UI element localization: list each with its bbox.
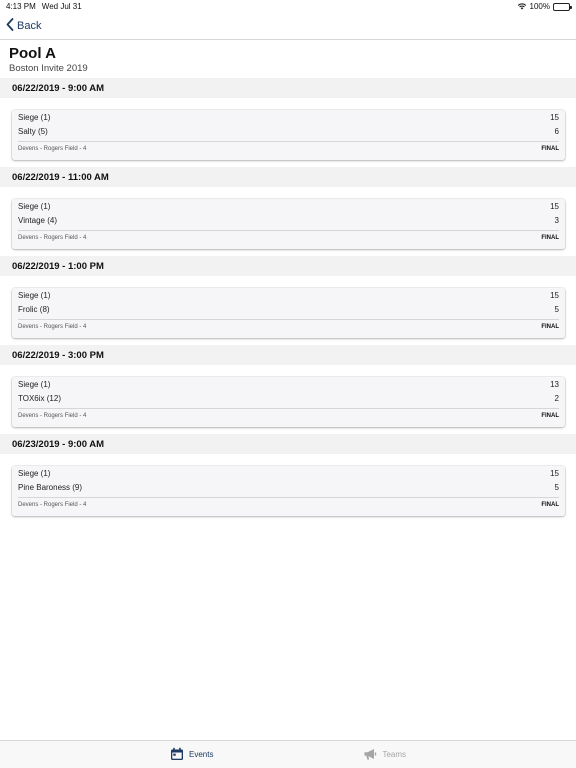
tab-events-label: Events	[188, 750, 214, 759]
game-status: FINAL	[541, 235, 559, 241]
team-name: Siege (1)	[18, 468, 51, 478]
team-name: TOX6ix (12)	[18, 393, 61, 403]
team-score: 15	[550, 112, 559, 122]
megaphone-icon	[363, 747, 377, 763]
tab-bar: Events Teams	[0, 740, 576, 768]
section-header-datetime: 06/22/2019 - 3:00 PM	[0, 345, 576, 365]
team-score: 13	[550, 379, 559, 389]
field-location: Devens - Rogers Field - 4	[18, 502, 87, 508]
field-location: Devens - Rogers Field - 4	[18, 146, 87, 152]
team-name: Vintage (4)	[18, 215, 57, 225]
tab-teams-label: Teams	[382, 750, 407, 759]
calendar-icon	[170, 747, 184, 763]
team-score: 5	[554, 482, 559, 492]
status-bar: 4:13 PM Wed Jul 31 100%	[0, 0, 576, 13]
team-score: 6	[554, 126, 559, 136]
section-header-datetime: 06/22/2019 - 11:00 AM	[0, 167, 576, 187]
status-time: 4:13 PM	[6, 2, 36, 11]
team-row: Siege (1) 15	[18, 110, 559, 124]
card-footer: Devens - Rogers Field - 4 FINAL	[18, 141, 559, 156]
battery-percent: 100%	[529, 2, 550, 11]
team-name: Frolic (8)	[18, 304, 50, 314]
tab-teams[interactable]: Teams	[363, 747, 406, 763]
team-row: Siege (1) 13	[18, 377, 559, 391]
team-row: Siege (1) 15	[18, 288, 559, 302]
battery-icon	[553, 2, 572, 11]
status-date: Wed Jul 31	[41, 2, 82, 11]
team-row: Siege (1) 15	[18, 466, 559, 480]
section-header-datetime: 06/23/2019 - 9:00 AM	[0, 434, 576, 454]
tab-events[interactable]: Events	[170, 747, 213, 763]
field-location: Devens - Rogers Field - 4	[18, 324, 87, 330]
card-footer: Devens - Rogers Field - 4 FINAL	[18, 230, 559, 245]
chevron-left-icon	[6, 18, 14, 34]
section-header-datetime: 06/22/2019 - 1:00 PM	[0, 256, 576, 276]
game-status: FINAL	[541, 324, 559, 330]
page-header: Pool A Boston Invite 2019	[9, 45, 88, 75]
team-score: 5	[554, 304, 559, 314]
game-card[interactable]: Siege (1) 15 Pine Baroness (9) 5 Devens …	[12, 466, 565, 516]
field-location: Devens - Rogers Field - 4	[18, 413, 87, 419]
team-row: Pine Baroness (9) 5	[18, 480, 559, 494]
team-row: Siege (1) 15	[18, 199, 559, 213]
team-name: Pine Baroness (9)	[18, 482, 83, 492]
game-status: FINAL	[541, 146, 559, 152]
game-status: FINAL	[541, 502, 559, 508]
page-title: Pool A	[9, 45, 56, 62]
game-card[interactable]: Siege (1) 15 Vintage (4) 3 Devens - Roge…	[12, 199, 565, 249]
game-card[interactable]: Siege (1) 13 TOX6ix (12) 2 Devens - Roge…	[12, 377, 565, 427]
games-list: 06/22/2019 - 9:00 AM Siege (1) 15 Salty …	[0, 78, 576, 523]
app-screen: 4:13 PM Wed Jul 31 100% Back Pool A Bost…	[0, 0, 576, 768]
team-name: Siege (1)	[18, 112, 51, 122]
team-row: TOX6ix (12) 2	[18, 391, 559, 405]
game-card[interactable]: Siege (1) 15 Salty (5) 6 Devens - Rogers…	[12, 110, 565, 160]
team-name: Siege (1)	[18, 201, 51, 211]
team-row: Vintage (4) 3	[18, 213, 559, 227]
team-row: Salty (5) 6	[18, 124, 559, 138]
field-location: Devens - Rogers Field - 4	[18, 235, 87, 241]
page-subtitle: Boston Invite 2019	[9, 63, 88, 74]
card-footer: Devens - Rogers Field - 4 FINAL	[18, 319, 559, 334]
back-label: Back	[17, 20, 42, 32]
team-name: Siege (1)	[18, 290, 51, 300]
team-score: 15	[550, 201, 559, 211]
team-score: 3	[554, 215, 559, 225]
team-score: 2	[554, 393, 559, 403]
card-footer: Devens - Rogers Field - 4 FINAL	[18, 408, 559, 423]
team-score: 15	[550, 468, 559, 478]
navigation-bar: Back	[0, 13, 576, 40]
team-row: Frolic (8) 5	[18, 302, 559, 316]
back-button[interactable]: Back	[6, 18, 41, 34]
team-name: Siege (1)	[18, 379, 51, 389]
game-card[interactable]: Siege (1) 15 Frolic (8) 5 Devens - Roger…	[12, 288, 565, 338]
card-footer: Devens - Rogers Field - 4 FINAL	[18, 497, 559, 512]
team-name: Salty (5)	[18, 126, 48, 136]
team-score: 15	[550, 290, 559, 300]
wifi-icon	[517, 2, 527, 12]
game-status: FINAL	[541, 413, 559, 419]
section-header-datetime: 06/22/2019 - 9:00 AM	[0, 78, 576, 98]
